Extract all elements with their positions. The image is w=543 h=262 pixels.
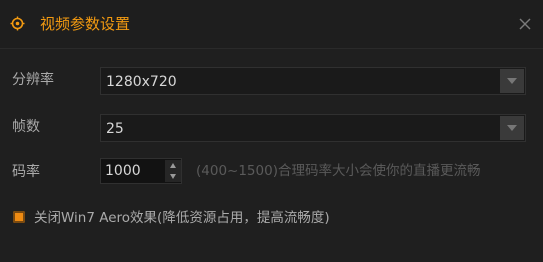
- bitrate-label: 码率: [12, 164, 40, 180]
- framerate-select[interactable]: 25: [100, 114, 526, 142]
- resolution-label: 分辨率: [12, 72, 54, 88]
- caret-up-icon: [170, 163, 176, 168]
- caret-down-icon: [170, 174, 176, 179]
- bitrate-value[interactable]: 1000: [105, 162, 141, 180]
- aero-checkbox-label[interactable]: 关闭Win7 Aero效果(降低资源占用，提高流畅度): [34, 209, 330, 227]
- close-icon: [519, 18, 531, 30]
- resolution-select[interactable]: 1280x720: [100, 67, 526, 95]
- framerate-dropdown-button[interactable]: [500, 116, 524, 140]
- title-bar: 视频参数设置: [0, 0, 543, 49]
- chevron-down-icon: [507, 78, 517, 84]
- close-button[interactable]: [515, 14, 535, 34]
- framerate-value: 25: [106, 121, 124, 137]
- resolution-dropdown-button[interactable]: [500, 69, 524, 93]
- bitrate-decrement-button[interactable]: [165, 171, 181, 182]
- bitrate-increment-button[interactable]: [165, 160, 181, 171]
- bitrate-stepper[interactable]: 1000: [100, 158, 182, 184]
- video-settings-dialog: 视频参数设置 分辨率 1280x720 帧数 25 码率 1000 (400~1…: [0, 0, 543, 262]
- resolution-value: 1280x720: [106, 74, 177, 90]
- dialog-title: 视频参数设置: [40, 15, 131, 33]
- chevron-down-icon: [507, 125, 517, 131]
- bitrate-hint: (400~1500)合理码率大小会使你的直播更流畅: [196, 163, 481, 179]
- settings-target-icon: [10, 16, 25, 31]
- framerate-label: 帧数: [12, 119, 40, 135]
- aero-checkbox[interactable]: [13, 211, 25, 223]
